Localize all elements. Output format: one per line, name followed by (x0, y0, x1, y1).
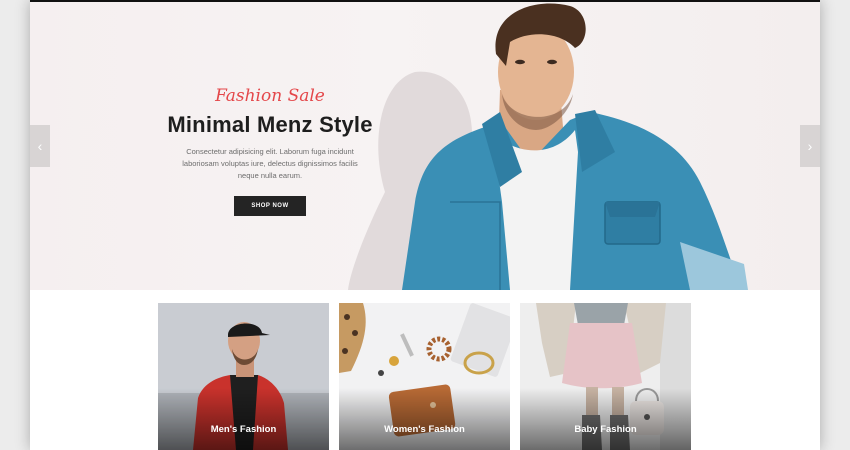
chevron-left-icon: ‹ (37, 138, 43, 154)
slider-prev-button[interactable]: ‹ (30, 125, 50, 167)
shop-now-button[interactable]: SHOP NOW (234, 196, 306, 216)
category-shade (520, 388, 691, 450)
hero-copy: Fashion Sale Minimal Menz Style Consecte… (150, 86, 390, 216)
chevron-right-icon: › (807, 138, 813, 154)
category-card-mens[interactable]: Men's Fashion (158, 303, 329, 450)
category-label: Women's Fashion (384, 424, 465, 435)
category-card-womens[interactable]: Women's Fashion (339, 303, 510, 450)
hero-kicker: Fashion Sale (215, 86, 325, 106)
category-label: Baby Fashion (574, 424, 637, 435)
page-container: Fashion Sale Minimal Menz Style Consecte… (30, 0, 820, 450)
hero-description: Consectetur adipisicing elit. Laborum fu… (182, 147, 358, 180)
category-label: Men's Fashion (210, 424, 277, 435)
category-card-baby[interactable]: Baby Fashion (520, 303, 691, 450)
hero-model-image (348, 3, 748, 290)
hero-slider: Fashion Sale Minimal Menz Style Consecte… (30, 2, 820, 290)
category-shade (158, 388, 329, 450)
slider-next-button[interactable]: › (800, 125, 820, 167)
category-shade (339, 388, 510, 450)
hero-title: Minimal Menz Style (167, 112, 373, 137)
